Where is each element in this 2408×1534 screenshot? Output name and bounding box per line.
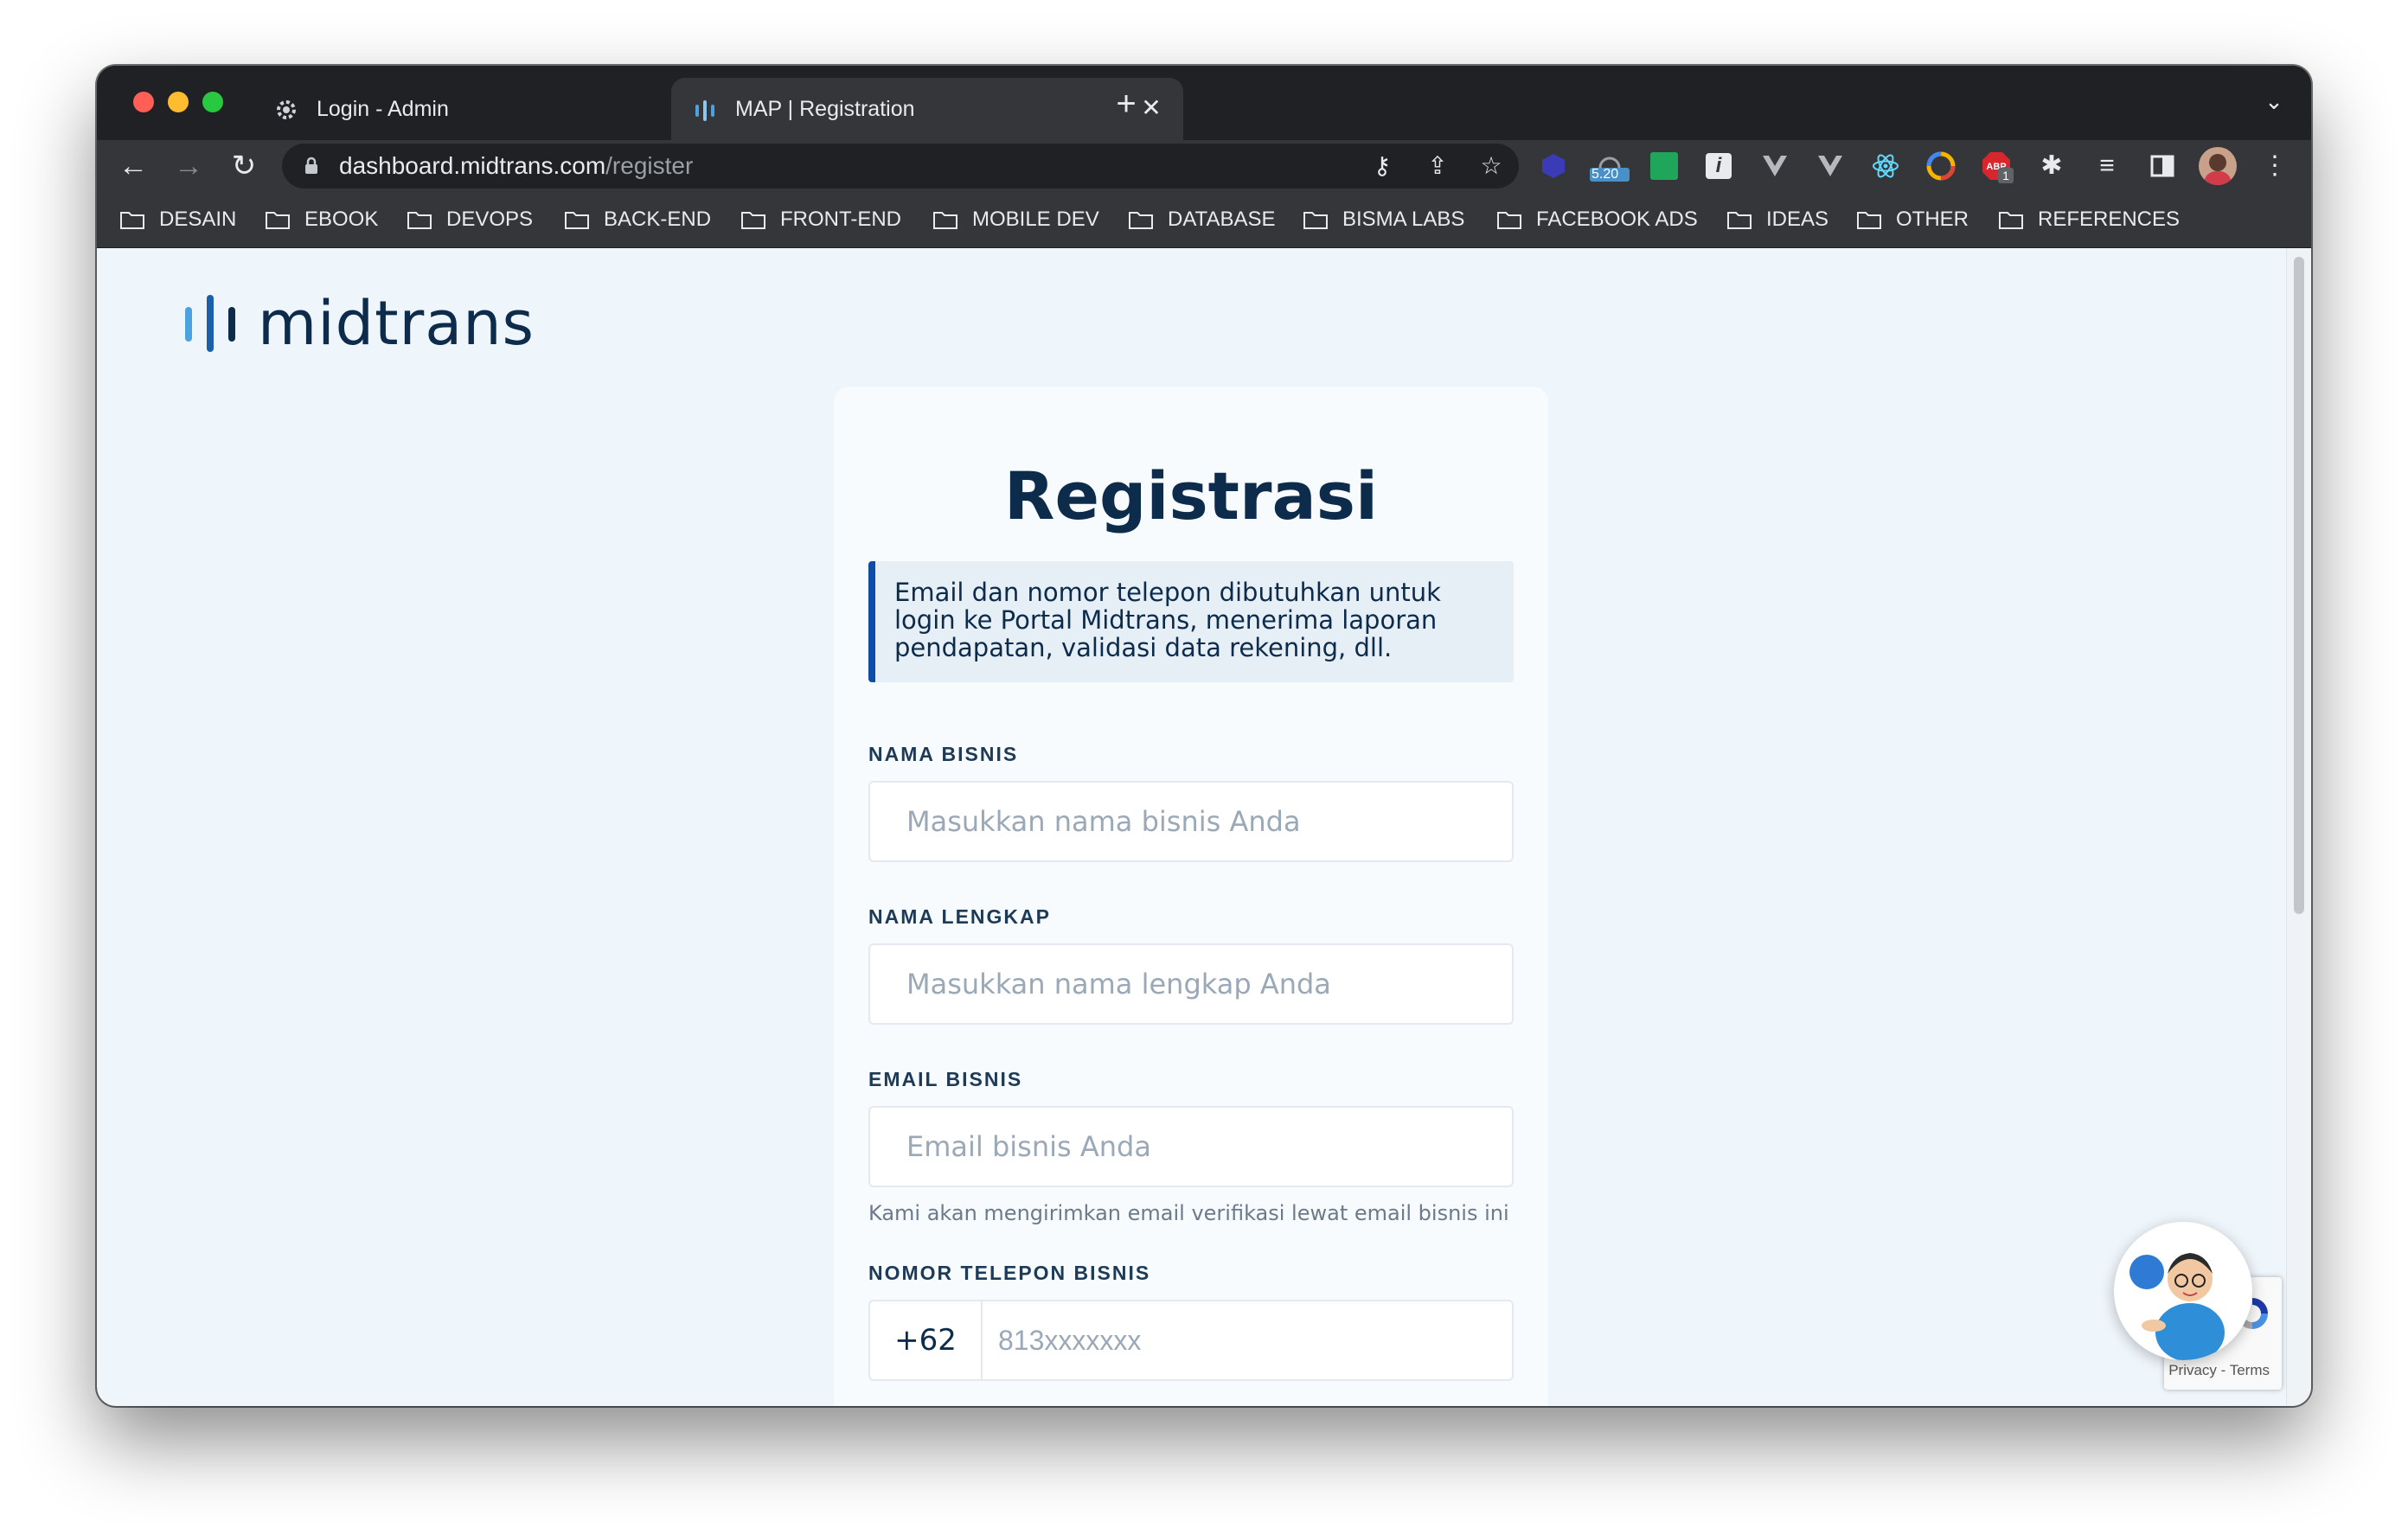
folder-icon <box>265 209 291 230</box>
business-email-label: EMAIL BISNIS <box>868 1068 1023 1090</box>
full-name-label: NAMA LENGKAP <box>868 905 1051 928</box>
folder-icon <box>564 209 590 230</box>
react-devtools-icon[interactable] <box>1870 150 1901 182</box>
info-extension-icon[interactable]: i <box>1706 153 1732 179</box>
page-content: midtrans Registrasi Email dan nomor tele… <box>97 248 2311 1406</box>
tab-search-chevron-icon[interactable]: ⌄ <box>2259 88 2289 118</box>
tab-strip: Login - Admin ✕ MAP | Registration ✕ + ⌄ <box>97 66 2311 140</box>
folder-icon <box>1496 209 1522 230</box>
browser-toolbar: ← → ↻ dashboard.midtrans.com/register ⚷ … <box>97 140 2311 192</box>
bookmark-folder-ideas[interactable]: IDEAS <box>1726 204 1828 235</box>
url-host: dashboard.midtrans.com <box>339 152 606 179</box>
bookmark-label: FACEBOOK ADS <box>1536 208 1698 231</box>
phone-field[interactable]: +62 813xxxxxxx <box>868 1300 1514 1381</box>
bookmark-label: OTHER <box>1896 208 1969 231</box>
side-panel-icon[interactable] <box>2147 150 2178 182</box>
midtrans-logo[interactable]: midtrans <box>183 293 535 354</box>
phone-input[interactable]: 813xxxxxxx <box>998 1301 1141 1379</box>
lock-icon[interactable] <box>301 156 322 176</box>
business-name-label: NAMA BISNIS <box>868 743 1019 765</box>
window-maximize-button[interactable] <box>202 92 223 112</box>
midtrans-bars-icon <box>185 295 235 352</box>
bookmark-label: FRONT-END <box>780 208 901 231</box>
folder-icon <box>407 209 432 230</box>
vue-devtools-icon[interactable] <box>1759 150 1790 182</box>
bookmark-label: DATABASE <box>1168 208 1276 231</box>
address-bar[interactable]: dashboard.midtrans.com/register ⚷ ⇪ ☆ <box>282 144 1519 189</box>
page-scrollbar[interactable] <box>2286 248 2311 1406</box>
bookmark-star-icon[interactable]: ☆ <box>1476 150 1507 182</box>
abp-count-badge: 1 <box>1998 168 2014 183</box>
window-minimize-button[interactable] <box>168 92 189 112</box>
full-name-input[interactable]: Masukkan nama lengkap Anda <box>868 943 1514 1025</box>
adblock-plus-icon[interactable]: ABP 1 <box>1981 150 2014 183</box>
bookmark-label: DEVOPS <box>446 208 534 231</box>
bookmarks-bar: DESAIN EBOOK DEVOPS BACK-END FRONT-END M… <box>97 192 2311 248</box>
folder-icon <box>1726 209 1752 230</box>
logo-text: midtrans <box>258 288 535 359</box>
bookmark-folder-devops[interactable]: DEVOPS <box>407 204 533 235</box>
folder-icon <box>1856 209 1882 230</box>
folder-icon <box>119 209 145 230</box>
profile-avatar[interactable] <box>2199 147 2237 185</box>
window-close-button[interactable] <box>133 92 154 112</box>
tab-title: MAP | Registration <box>735 97 915 121</box>
midtrans-favicon-icon <box>695 100 714 121</box>
extensions-puzzle-icon[interactable]: ✱ <box>2036 150 2067 182</box>
bookmark-folder-references[interactable]: REFERENCES <box>1998 204 2180 235</box>
phone-country-code[interactable]: +62 <box>870 1301 983 1379</box>
bookmark-folder-desain[interactable]: DESAIN <box>119 204 236 235</box>
bookmark-folder-facebook-ads[interactable]: FACEBOOK ADS <box>1496 204 1698 235</box>
url-path: /register <box>605 152 694 179</box>
bookmark-folder-front-end[interactable]: FRONT-END <box>740 204 901 235</box>
share-icon[interactable]: ⇪ <box>1422 150 1453 182</box>
folder-icon <box>932 209 958 230</box>
folder-icon <box>740 209 766 230</box>
bookmark-label: MOBILE DEV <box>972 208 1099 231</box>
version-extension-icon[interactable]: 5.20 <box>1588 150 1631 182</box>
vuetify-icon[interactable] <box>1815 150 1846 182</box>
key-icon[interactable]: ⚷ <box>1367 150 1398 182</box>
info-banner: Email dan nomor telepon dibutuhkan untuk… <box>868 561 1514 682</box>
folder-icon <box>1998 209 2024 230</box>
color-picker-icon[interactable] <box>1925 150 1956 182</box>
tab-title: Login - Admin <box>317 97 449 121</box>
bookmark-label: IDEAS <box>1766 208 1829 231</box>
reading-list-icon[interactable]: ≡ <box>2091 150 2123 182</box>
bookmark-label: DESAIN <box>159 208 237 231</box>
reload-icon[interactable]: ↻ <box>223 145 265 187</box>
page-title: Registrasi <box>1003 457 1379 534</box>
bookmark-label: BISMA LABS <box>1342 208 1465 231</box>
bookmark-folder-back-end[interactable]: BACK-END <box>564 204 711 235</box>
bookmark-folder-database[interactable]: DATABASE <box>1128 204 1275 235</box>
hexagon-extension-icon[interactable] <box>1538 150 1569 182</box>
new-tab-plus-icon[interactable]: + <box>1107 85 1145 123</box>
version-badge: 5.20 <box>1591 167 1619 182</box>
green-square-extension-icon[interactable] <box>1650 152 1678 180</box>
bookmark-folder-other[interactable]: OTHER <box>1856 204 1969 235</box>
scrollbar-thumb[interactable] <box>2294 257 2304 914</box>
business-email-input[interactable]: Email bisnis Anda <box>868 1106 1514 1187</box>
chat-assistant-button[interactable] <box>2114 1222 2252 1360</box>
browser-window: Login - Admin ✕ MAP | Registration ✕ + ⌄… <box>97 66 2311 1406</box>
registration-card: Registrasi Email dan nomor telepon dibut… <box>834 387 1548 1406</box>
phone-label: NOMOR TELEPON BISNIS <box>868 1262 1151 1284</box>
gear-favicon-icon <box>277 100 296 119</box>
forward-arrow-icon[interactable]: → <box>168 145 209 187</box>
url-text[interactable]: dashboard.midtrans.com/register <box>339 152 693 180</box>
folder-icon <box>1128 209 1154 230</box>
bookmark-folder-mobile-dev[interactable]: MOBILE DEV <box>932 204 1099 235</box>
bookmark-label: REFERENCES <box>2038 208 2181 231</box>
business-name-input[interactable]: Masukkan nama bisnis Anda <box>868 781 1514 862</box>
email-helper-text: Kami akan mengirimkan email verifikasi l… <box>868 1201 1509 1225</box>
bookmark-folder-ebook[interactable]: EBOOK <box>265 204 378 235</box>
bookmark-label: BACK-END <box>604 208 712 231</box>
back-arrow-icon[interactable]: ← <box>112 145 154 187</box>
bookmark-label: EBOOK <box>304 208 379 231</box>
folder-icon <box>1303 209 1329 230</box>
bookmark-folder-bisma-labs[interactable]: BISMA LABS <box>1303 204 1464 235</box>
recaptcha-links[interactable]: Privacy - Terms <box>2168 1362 2270 1379</box>
menu-kebab-icon[interactable]: ⋮ <box>2259 150 2290 182</box>
assistant-character-icon <box>2129 1253 2225 1360</box>
